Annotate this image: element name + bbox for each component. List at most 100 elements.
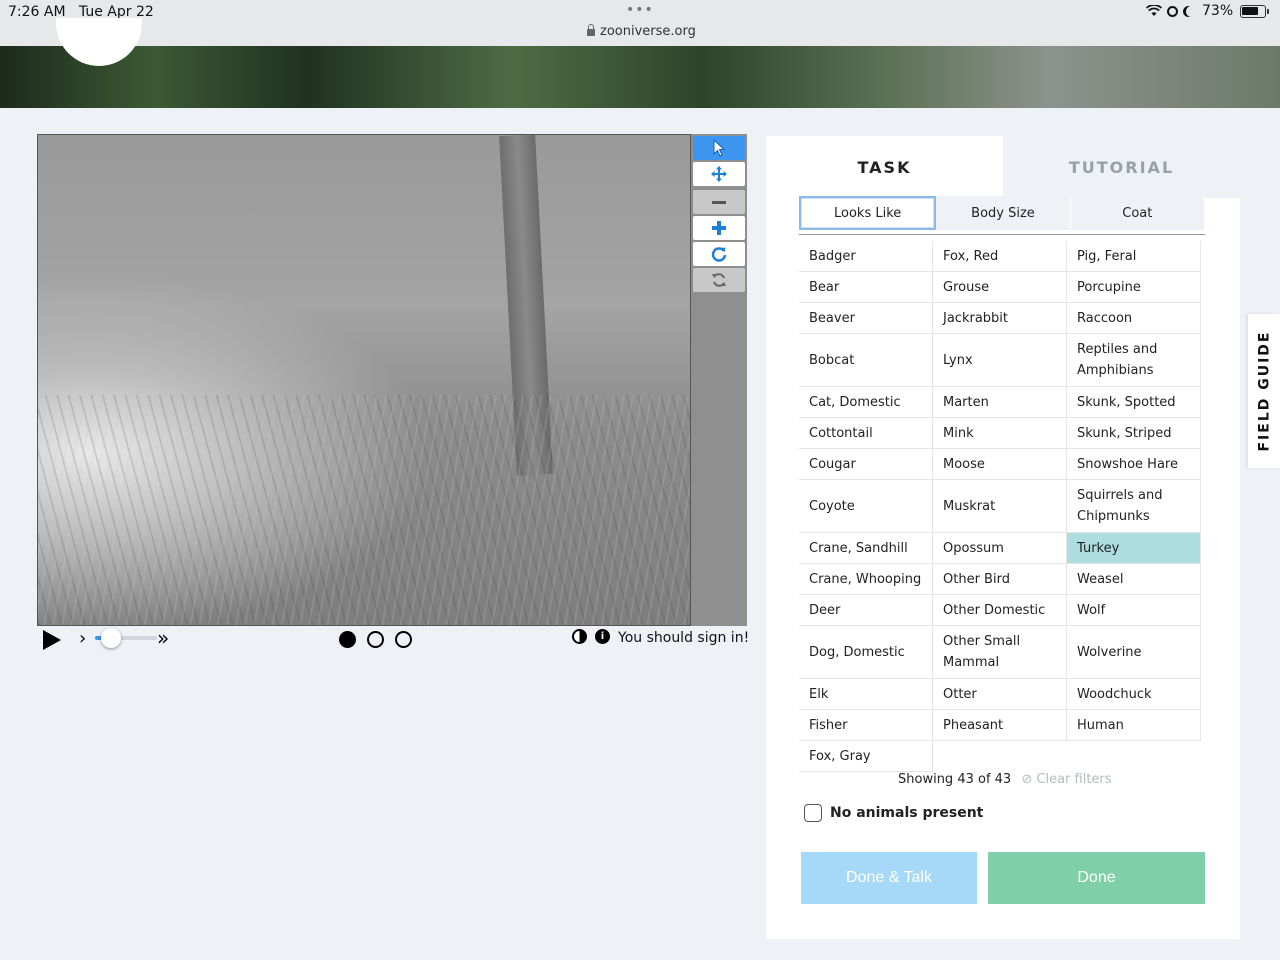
done-button[interactable]: Done (988, 852, 1205, 904)
species-option[interactable]: Bear (799, 272, 933, 303)
no-animals-label: No animals present (830, 805, 984, 821)
species-option[interactable]: Turkey (1067, 533, 1201, 564)
panel-tabs: TASK TUTORIAL (766, 136, 1240, 198)
species-option[interactable]: Coyote (799, 480, 933, 533)
status-bar: 7:26 AM Tue Apr 22 ••• zooniverse.org 73… (0, 0, 1280, 46)
location-icon (1167, 5, 1178, 17)
species-option[interactable]: Badger (799, 241, 933, 272)
reset-button[interactable] (693, 268, 745, 292)
battery-fill (1242, 6, 1259, 15)
clear-filters-icon: ⊘ (1021, 772, 1033, 787)
species-option[interactable]: Cat, Domestic (799, 387, 933, 418)
species-option[interactable]: Reptiles and Amphibians (1067, 334, 1201, 387)
species-option[interactable]: Porcupine (1067, 272, 1201, 303)
species-option[interactable]: Wolverine (1067, 626, 1201, 679)
species-option[interactable]: Squirrels and Chipmunks (1067, 480, 1201, 533)
contrast-icon[interactable] (572, 629, 587, 644)
species-option[interactable]: Crane, Whooping (799, 564, 933, 595)
species-option[interactable]: Cottontail (799, 418, 933, 449)
zoom-in-button[interactable] (693, 216, 745, 240)
species-option[interactable]: Skunk, Striped (1067, 418, 1201, 449)
species-option[interactable]: Snowshoe Hare (1067, 449, 1201, 480)
speed-slider-knob[interactable] (101, 628, 121, 648)
project-banner (0, 18, 1280, 108)
species-grid: Badger Fox, Red Pig, Feral Bear Grouse Porcup… (799, 241, 1201, 772)
species-option[interactable]: Other Bird (933, 564, 1067, 595)
filter-coat[interactable]: Coat (1071, 196, 1205, 230)
battery-percent: 73% (1202, 3, 1234, 19)
species-option[interactable]: Fox, Red (933, 241, 1067, 272)
species-option[interactable]: Fisher (799, 710, 933, 741)
filter-looks-like[interactable]: Looks Like (799, 196, 937, 230)
species-option[interactable]: Other Small Mammal (933, 626, 1067, 679)
tab-task[interactable]: TASK (766, 136, 1003, 198)
zoom-out-icon (712, 200, 726, 204)
field-guide-tab[interactable]: FIELD GUIDE (1248, 314, 1280, 468)
species-option[interactable]: Deer (799, 595, 933, 626)
pan-tool-button[interactable] (693, 162, 745, 186)
species-option[interactable]: Fox, Gray (799, 741, 933, 772)
species-option[interactable]: Mink (933, 418, 1067, 449)
info-icon[interactable]: i (595, 629, 610, 644)
subject-image[interactable] (37, 134, 691, 626)
species-option[interactable]: Grouse (933, 272, 1067, 303)
fast-speed-icon[interactable]: » (157, 626, 169, 650)
species-empty-cell (1067, 741, 1201, 772)
species-option[interactable]: Elk (799, 679, 933, 710)
url-text: zooniverse.org (600, 24, 696, 39)
lock-icon (587, 24, 595, 36)
showing-count: Showing 43 of 43 ⊘ Clear filters (898, 772, 1112, 787)
project-avatar[interactable] (56, 18, 142, 66)
pointer-tool-button[interactable] (693, 136, 745, 160)
species-option[interactable]: Skunk, Spotted (1067, 387, 1201, 418)
playback-controls: › » i You should sign in! (37, 626, 749, 652)
species-option[interactable]: Opossum (933, 533, 1067, 564)
image-toolbar (691, 134, 747, 626)
reset-icon (712, 273, 726, 287)
species-option[interactable]: Dog, Domestic (799, 626, 933, 679)
play-icon[interactable] (43, 630, 61, 650)
species-option[interactable]: Bobcat (799, 334, 933, 387)
species-option[interactable]: Beaver (799, 303, 933, 334)
species-option[interactable]: Pig, Feral (1067, 241, 1201, 272)
field-guide-label: FIELD GUIDE (1256, 330, 1273, 452)
filter-tabs: Looks Like Body Size Coat (799, 196, 1205, 230)
battery-icon (1240, 4, 1270, 18)
showing-text: Showing 43 of 43 (898, 772, 1012, 787)
species-option[interactable]: Cougar (799, 449, 933, 480)
species-option[interactable]: Crane, Sandhill (799, 533, 933, 564)
wifi-icon (1146, 5, 1162, 16)
species-option[interactable]: Lynx (933, 334, 1067, 387)
address-bar[interactable]: zooniverse.org (587, 24, 696, 39)
frame-dot-3[interactable] (395, 631, 412, 648)
status-icons: 73% (1146, 3, 1270, 19)
species-option[interactable]: Human (1067, 710, 1201, 741)
species-option[interactable]: Marten (933, 387, 1067, 418)
zoom-out-button[interactable] (693, 190, 745, 214)
species-option[interactable]: Weasel (1067, 564, 1201, 595)
frame-dot-2[interactable] (367, 631, 384, 648)
species-option[interactable]: Raccoon (1067, 303, 1201, 334)
no-animals-option[interactable]: No animals present (804, 804, 983, 822)
zoom-in-icon (712, 221, 726, 235)
frame-dot-1[interactable] (339, 631, 356, 648)
filter-body-size[interactable]: Body Size (936, 196, 1071, 230)
species-option[interactable]: Muskrat (933, 480, 1067, 533)
moon-icon (1186, 6, 1197, 17)
species-option[interactable]: Other Domestic (933, 595, 1067, 626)
tab-tutorial[interactable]: TUTORIAL (1003, 136, 1240, 198)
browser-menu-dots[interactable]: ••• (626, 2, 654, 18)
species-option[interactable]: Otter (933, 679, 1067, 710)
species-option[interactable]: Jackrabbit (933, 303, 1067, 334)
species-option[interactable]: Pheasant (933, 710, 1067, 741)
clear-filters-button[interactable]: ⊘ Clear filters (1021, 772, 1111, 787)
slow-speed-icon[interactable]: › (79, 628, 86, 649)
species-option[interactable]: Wolf (1067, 595, 1201, 626)
grass-area (38, 395, 690, 625)
species-option[interactable]: Moose (933, 449, 1067, 480)
species-option[interactable]: Woodchuck (1067, 679, 1201, 710)
rotate-button[interactable] (693, 242, 745, 266)
pointer-icon (713, 139, 726, 157)
done-and-talk-button[interactable]: Done & Talk (801, 852, 977, 904)
no-animals-checkbox[interactable] (804, 804, 822, 822)
